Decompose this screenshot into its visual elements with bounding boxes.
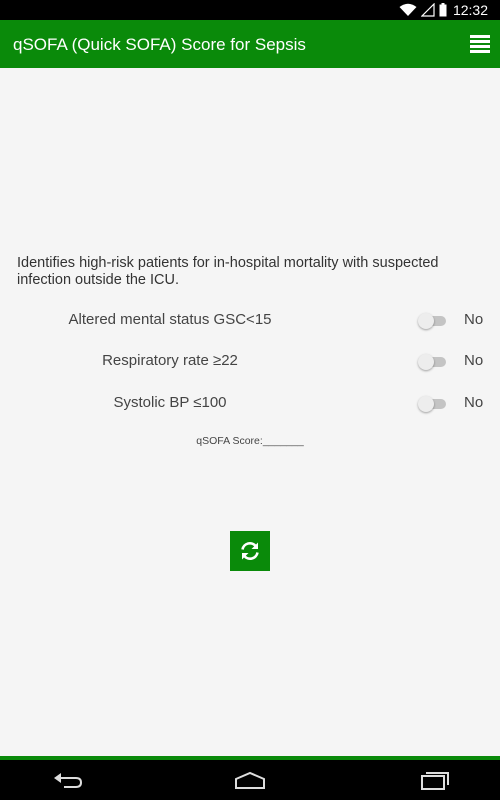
status-bar: 12:32 <box>0 0 500 20</box>
menu-icon <box>470 35 490 53</box>
page-title: qSOFA (Quick SOFA) Score for Sepsis <box>13 35 306 54</box>
main-content: Identifies high-risk patients for in-hos… <box>0 68 500 758</box>
signal-icon <box>420 3 435 17</box>
criteria-label: Altered mental status GSC<15 <box>68 311 272 328</box>
status-time: 12:32 <box>452 2 488 18</box>
criteria-label: Respiratory rate ≥22 <box>102 352 238 369</box>
back-icon <box>54 773 83 788</box>
criteria-row-systolic-bp: Systolic BP ≤100 No <box>0 388 500 418</box>
criteria-value: No <box>464 352 484 369</box>
toggle-thumb <box>418 396 434 412</box>
systolic-bp-toggle[interactable] <box>418 396 446 412</box>
status-icons: 12:32 <box>399 2 488 18</box>
toggle-thumb <box>418 354 434 370</box>
mental-status-toggle[interactable] <box>418 313 446 329</box>
menu-button[interactable] <box>470 34 490 54</box>
refresh-button[interactable] <box>230 531 270 571</box>
app-bar: qSOFA (Quick SOFA) Score for Sepsis <box>0 20 500 68</box>
criteria-value: No <box>464 394 484 411</box>
criteria-value: No <box>464 311 484 328</box>
home-button[interactable] <box>234 770 266 790</box>
toggle-thumb <box>418 313 434 329</box>
criteria-label: Systolic BP ≤100 <box>113 394 227 411</box>
recents-icon <box>421 772 449 790</box>
criteria-row-mental-status: Altered mental status GSC<15 No <box>0 305 500 335</box>
criteria-row-respiratory-rate: Respiratory rate ≥22 No <box>0 346 500 376</box>
wifi-icon <box>399 3 417 16</box>
refresh-icon <box>241 542 259 560</box>
battery-icon <box>439 3 447 17</box>
navigation-bar <box>0 760 500 800</box>
home-icon <box>235 771 265 789</box>
back-button[interactable] <box>52 770 84 790</box>
description-text: Identifies high-risk patients for in-hos… <box>17 255 439 288</box>
qsofa-score-label: qSOFA Score:_______ <box>196 435 304 447</box>
respiratory-rate-toggle[interactable] <box>418 354 446 370</box>
recents-button[interactable] <box>418 770 450 790</box>
